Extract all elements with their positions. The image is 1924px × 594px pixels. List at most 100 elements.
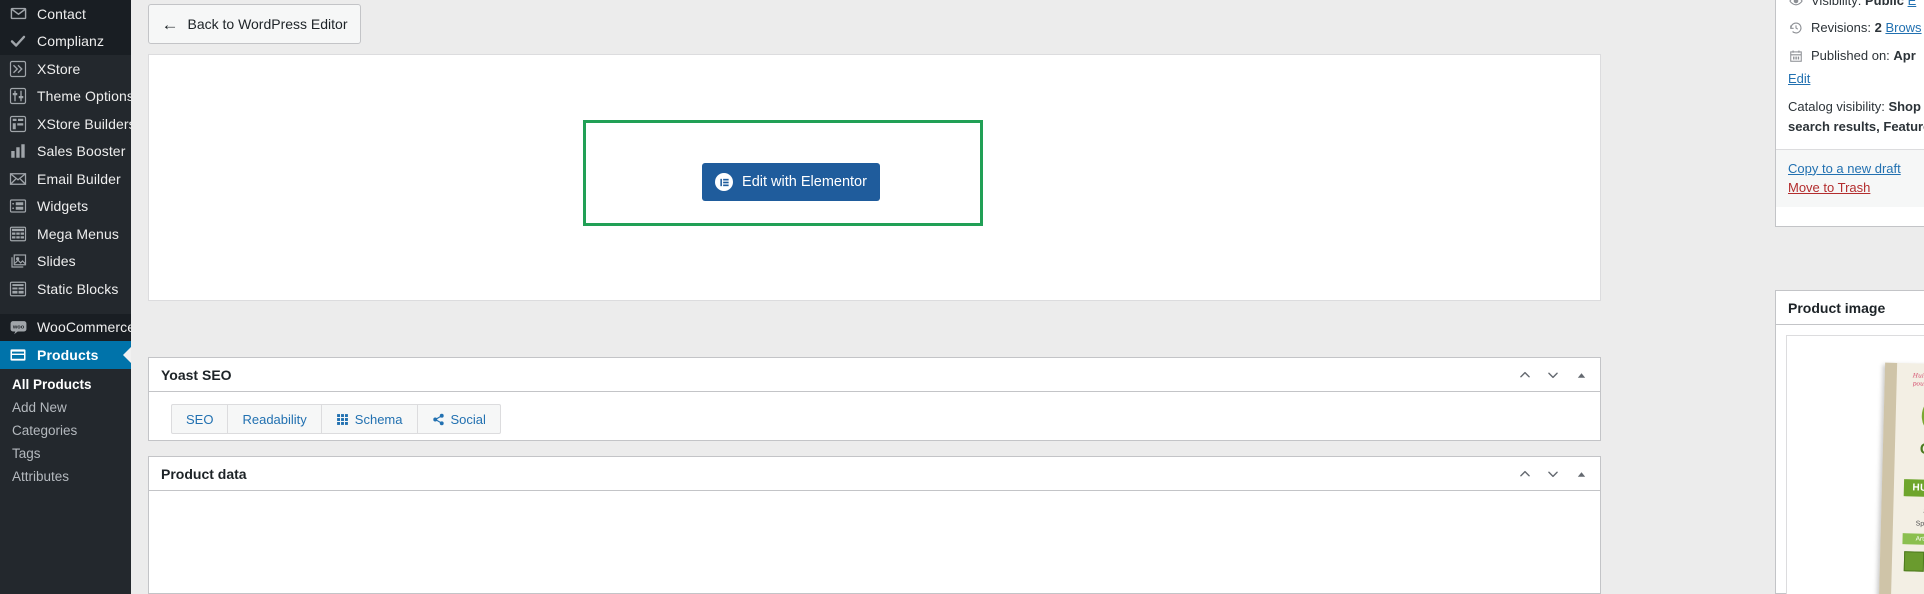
sidebar-item-label: Theme Options bbox=[37, 88, 131, 105]
tab-readability[interactable]: Readability bbox=[228, 405, 322, 433]
yoast-body: SEO Readability Schema Social bbox=[149, 392, 1600, 446]
metabox-header[interactable]: Product data bbox=[149, 457, 1600, 491]
sidebar-item-label: Products bbox=[37, 346, 99, 363]
metabox-handle-group bbox=[1512, 358, 1594, 392]
certification-logo-icon bbox=[1903, 550, 1924, 572]
sidebar-item-label: Email Builder bbox=[37, 170, 121, 187]
widgets-icon bbox=[8, 196, 28, 216]
check-icon bbox=[8, 31, 28, 51]
sidebar-item-woocommerce[interactable]: woo WooCommerce bbox=[0, 313, 131, 341]
arrow-left-icon: ← bbox=[161, 14, 179, 34]
toggle-panel-icon[interactable] bbox=[1568, 459, 1594, 489]
move-to-trash-link[interactable]: Move to Trash bbox=[1788, 180, 1870, 195]
mail-icon bbox=[8, 4, 28, 24]
edit-with-elementor-button[interactable]: Edit with Elementor bbox=[702, 163, 880, 201]
builders-icon bbox=[8, 114, 28, 134]
share-icon bbox=[432, 413, 445, 426]
post-sidebar: Status: Published Visibility: Public E R… bbox=[1775, 0, 1924, 594]
sidebar-item-label: Mega Menus bbox=[37, 225, 119, 242]
table-icon bbox=[8, 224, 28, 244]
submenu-item-tags[interactable]: Tags bbox=[0, 442, 131, 465]
yoast-tab-list: SEO Readability Schema Social bbox=[171, 404, 501, 434]
bar-chart-icon bbox=[8, 141, 28, 161]
product-image-preview[interactable]: Huile de pour le bien-être C'EST BON HUI… bbox=[1786, 335, 1924, 594]
calendar-icon bbox=[1788, 48, 1804, 64]
package-script-text: Huile de pour le bien-être bbox=[1912, 372, 1924, 388]
sidebar-item-contact[interactable]: Contact bbox=[0, 0, 131, 28]
sidebar-item-sales-booster[interactable]: Sales Booster bbox=[0, 138, 131, 166]
package-percent: 5,4% bbox=[1893, 501, 1924, 522]
sidebar-item-theme-options[interactable]: Theme Options bbox=[0, 83, 131, 111]
metabox-product-data: Product data bbox=[148, 456, 1601, 594]
copy-draft-row: Copy to a new draft bbox=[1788, 159, 1924, 178]
blocks-icon bbox=[8, 279, 28, 299]
metabox-title: Yoast SEO bbox=[161, 366, 232, 383]
published-on-label: Published on: Apr bbox=[1811, 47, 1916, 63]
sidebar-item-xstore-builders[interactable]: XStore Builders bbox=[0, 110, 131, 138]
metabox-handle-group bbox=[1512, 457, 1594, 491]
package-certification-logos bbox=[1903, 550, 1924, 573]
move-down-icon[interactable] bbox=[1540, 360, 1566, 390]
browse-revisions-link[interactable]: Brows bbox=[1885, 20, 1921, 35]
tab-schema[interactable]: Schema bbox=[322, 405, 418, 433]
package-brand: C'EST BON bbox=[1919, 440, 1924, 459]
tab-label: SEO bbox=[186, 411, 214, 427]
published-on-edit-row: Edit bbox=[1788, 69, 1924, 93]
woo-icon: woo bbox=[8, 317, 28, 337]
sidebar-item-products[interactable]: Products bbox=[0, 341, 131, 369]
products-icon bbox=[8, 345, 28, 365]
sidebar-item-xstore[interactable]: XStore bbox=[0, 55, 131, 83]
eye-icon bbox=[1788, 0, 1804, 9]
submenu-item-all-products[interactable]: All Products bbox=[0, 373, 131, 396]
revisions-label: Revisions: 2 Brows bbox=[1811, 20, 1922, 35]
revisions-row: Revisions: 2 Brows bbox=[1788, 14, 1924, 42]
elementor-logo-icon bbox=[715, 173, 734, 191]
move-up-icon[interactable] bbox=[1512, 459, 1538, 489]
metabox-yoast-seo: Yoast SEO SEO Readability Schema Social bbox=[148, 357, 1601, 441]
sidebar-item-label: Slides bbox=[37, 253, 76, 270]
sidebar-item-static-blocks[interactable]: Static Blocks bbox=[0, 275, 131, 303]
submenu-item-attributes[interactable]: Attributes bbox=[0, 465, 131, 488]
sidebar-item-label: Sales Booster bbox=[37, 143, 126, 160]
move-to-trash-row: Move to Trash bbox=[1788, 178, 1924, 197]
toggle-panel-icon[interactable] bbox=[1568, 360, 1594, 390]
product-image-header[interactable]: Product image bbox=[1776, 291, 1924, 325]
sidebar-item-widgets[interactable]: Widgets bbox=[0, 193, 131, 221]
back-button-label: Back to WordPress Editor bbox=[187, 16, 348, 32]
tab-label: Schema bbox=[354, 411, 403, 427]
sidebar-item-mega-menus[interactable]: Mega Menus bbox=[0, 220, 131, 248]
sliders-icon bbox=[8, 86, 28, 106]
tab-social[interactable]: Social bbox=[418, 405, 500, 433]
copy-to-new-draft-link[interactable]: Copy to a new draft bbox=[1788, 161, 1901, 176]
package-band-label: HUILE CBD bbox=[1903, 478, 1924, 498]
submenu-item-add-new[interactable]: Add New bbox=[0, 396, 131, 419]
metabox-header[interactable]: Yoast SEO bbox=[149, 358, 1600, 392]
sidebar-item-email-builder[interactable]: Email Builder bbox=[0, 165, 131, 193]
submenu-item-categories[interactable]: Categories bbox=[0, 419, 131, 442]
admin-sidebar: Contact Complianz XStore Theme Options X… bbox=[0, 0, 131, 594]
products-submenu: All Products Add New Categories Tags Att… bbox=[0, 368, 131, 494]
visibility-edit-link[interactable]: E bbox=[1908, 0, 1917, 8]
tab-seo[interactable]: SEO bbox=[172, 405, 229, 433]
sidebar-item-label: Widgets bbox=[37, 198, 89, 215]
xstore-icon bbox=[8, 59, 28, 79]
package-ring-logo-icon bbox=[1913, 386, 1924, 447]
move-up-icon[interactable] bbox=[1512, 360, 1538, 390]
package-subtitle: Spectre complet bbox=[1915, 520, 1924, 528]
publish-misc-actions: Status: Published Visibility: Public E R… bbox=[1776, 0, 1924, 149]
package-note: Artisanal français bbox=[1902, 532, 1924, 546]
product-package-artwork: Huile de pour le bien-être C'EST BON HUI… bbox=[1878, 362, 1924, 594]
sidebar-item-complianz[interactable]: Complianz bbox=[0, 27, 131, 55]
metabox-title: Product data bbox=[161, 465, 247, 482]
sidebar-item-label: WooCommerce bbox=[37, 319, 131, 336]
move-down-icon[interactable] bbox=[1540, 459, 1566, 489]
elementor-button-label: Edit with Elementor bbox=[742, 174, 867, 190]
grid-icon bbox=[336, 413, 349, 426]
back-to-wordpress-editor-button[interactable]: ← Back to WordPress Editor bbox=[148, 4, 361, 44]
visibility-label: Visibility: Public E bbox=[1811, 0, 1916, 10]
main-content: ← Back to WordPress Editor Edit with Ele… bbox=[131, 0, 1775, 594]
sidebar-item-slides[interactable]: Slides bbox=[0, 248, 131, 276]
catalog-visibility-row: Catalog visibility: Shop and search resu… bbox=[1788, 93, 1924, 141]
published-on-edit-link[interactable]: Edit bbox=[1788, 69, 1810, 89]
sidebar-item-label: XStore bbox=[37, 60, 81, 77]
